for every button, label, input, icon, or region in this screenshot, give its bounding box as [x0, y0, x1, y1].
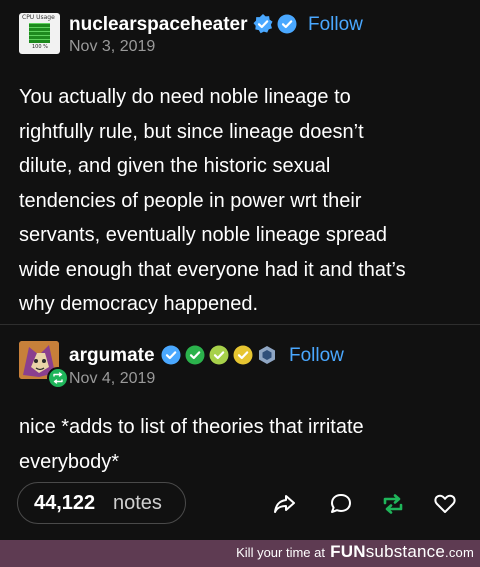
post2-line: nice *adds to list of theories that irri… [19, 416, 364, 438]
share-icon[interactable] [272, 491, 298, 517]
post1-body: You actually do need noble lineage to ri… [19, 80, 406, 322]
post1-line: wide enough that everyone had it and tha… [19, 258, 406, 281]
green-check-badge-icon [185, 345, 205, 365]
gold-check-badge-icon [233, 345, 253, 365]
post2-follow-button[interactable]: Follow [289, 346, 344, 365]
notes-label: notes [113, 492, 162, 514]
hexagon-badge-icon [259, 346, 275, 364]
avatar-caption: CPU Usage [22, 14, 55, 21]
post2-line: everybody* [19, 450, 120, 473]
post1-line: tendencies of people in power wrt their [19, 189, 362, 212]
verified-badge-icon [253, 14, 273, 34]
post1-line: why democracy happened. [19, 293, 259, 315]
footer-tagline: Kill your time at [236, 545, 325, 560]
post1-line: dilute, and given the historic sexual [19, 155, 331, 177]
post1-header: CPU Usage 100 % nuclearspaceheater Follo… [19, 11, 480, 61]
post2-username[interactable]: argumate [69, 346, 155, 365]
post1-line: servants, eventually noble lineage sprea… [19, 224, 388, 246]
post1-date[interactable]: Nov 3, 2019 [69, 39, 155, 55]
avatar-percent: 100 % [32, 44, 48, 50]
post2-body: nice *adds to list of theories that irri… [19, 410, 364, 479]
cpu-bar-graphic [29, 23, 50, 43]
notes-button[interactable]: 44,122 notes [17, 482, 186, 524]
like-icon[interactable] [432, 491, 458, 517]
brand-bold: FUN [330, 542, 366, 561]
reblog-icon[interactable] [380, 491, 406, 517]
post1-line: rightfully rule, but since lineage doesn… [19, 120, 364, 143]
post1-follow-button[interactable]: Follow [308, 15, 363, 34]
reply-icon[interactable] [328, 491, 354, 517]
post2-date[interactable]: Nov 4, 2019 [69, 371, 155, 387]
footer-brand: FUNsubstance.com [330, 543, 474, 560]
divider [0, 324, 480, 325]
post2-header: argumate Follow Nov 4, 2019 [19, 341, 479, 391]
blue-check-badge-icon [161, 345, 181, 365]
reblog-indicator-icon [47, 367, 69, 389]
brand-domain: .com [445, 545, 474, 560]
brand-light: substance [365, 542, 446, 561]
verified-badge-icon-2 [277, 14, 297, 34]
post1-username[interactable]: nuclearspaceheater [69, 15, 248, 34]
post1-line: You actually do need noble lineage to [19, 86, 351, 108]
lime-check-badge-icon [209, 345, 229, 365]
watermark-footer: Kill your time at FUNsubstance.com [0, 540, 480, 567]
avatar-nuclearspaceheater[interactable]: CPU Usage 100 % [19, 13, 60, 54]
notes-count: 44,122 [34, 492, 96, 514]
